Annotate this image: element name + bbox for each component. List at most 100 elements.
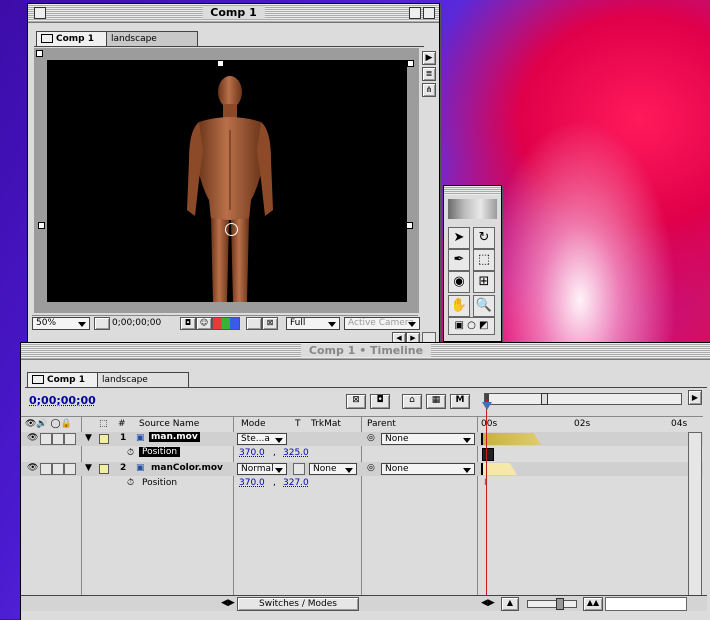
motion-blur-button[interactable]: M — [450, 394, 470, 409]
layer-row-1[interactable]: 👁 ▼ 1 ▣ man.mov Ste...a ◎ None — [21, 432, 703, 446]
zoom-in-button[interactable]: ▲▲ — [583, 597, 603, 611]
zoom-out-button[interactable]: ▲ — [501, 597, 519, 611]
transparency-grid-button[interactable]: ⊠ — [262, 317, 278, 330]
audio-switch[interactable] — [40, 463, 52, 475]
mode-dropdown[interactable]: Ste...a — [237, 433, 287, 445]
preserve-transparency-switch[interactable] — [293, 463, 305, 475]
property-row-2[interactable]: ⏱ Position 370.0 , 327.0 I — [21, 477, 703, 491]
layer-handle-ml[interactable] — [38, 222, 45, 229]
resolution-dropdown[interactable]: Full — [286, 317, 340, 330]
tab-timeline-comp1[interactable]: Comp 1 — [27, 372, 103, 387]
frame-blending-button[interactable]: ▦ — [426, 394, 446, 409]
zoom-box[interactable] — [409, 7, 421, 19]
parent-dropdown[interactable]: None — [381, 433, 475, 445]
layer-duration-bar[interactable] — [481, 433, 541, 445]
comp-canvas[interactable] — [47, 60, 407, 302]
property-name[interactable]: Position — [142, 478, 177, 488]
navigator-end-handle[interactable] — [541, 393, 548, 405]
tab-landscape[interactable]: landscape — [106, 31, 198, 46]
layer-handle-tr[interactable] — [407, 60, 414, 67]
panel-menu-icon[interactable]: ≣ — [422, 67, 436, 81]
layer-handle-tm[interactable] — [217, 60, 224, 67]
flowchart-arrow-button[interactable]: ▶ — [422, 51, 436, 65]
flowchart-icon[interactable]: ⋔ — [422, 83, 436, 97]
tab-timeline-landscape[interactable]: landscape — [97, 372, 189, 387]
track-xy-tool-icon[interactable]: ⊞ — [473, 271, 495, 293]
property-row-1[interactable]: ⏱ Position 370.0 , 325.0 — [21, 447, 703, 461]
selection-tool-icon[interactable]: ➤ — [448, 227, 470, 249]
adobe-logo-banner — [448, 199, 497, 219]
comp-icon — [32, 375, 44, 384]
lock-switch[interactable] — [64, 463, 76, 475]
timeline-scroll-right-arrow[interactable]: ▶ — [688, 390, 702, 405]
timeline-titlebar[interactable]: Comp 1 • Timeline — [21, 343, 710, 360]
time-navigator[interactable] — [484, 393, 682, 405]
visibility-eye-icon[interactable]: 👁 — [27, 433, 38, 443]
comp-viewer[interactable] — [34, 48, 419, 313]
position-y-value[interactable]: 325.0 — [283, 448, 309, 458]
visibility-eye-icon[interactable]: 👁 — [27, 463, 38, 473]
hand-tool-icon[interactable]: ✋ — [448, 295, 470, 317]
shape-tools-icon[interactable]: ▣ ○ ◩ — [448, 317, 495, 335]
snapshot-button[interactable]: ◘ — [180, 317, 196, 330]
tab-comp1[interactable]: Comp 1 — [36, 31, 112, 46]
stopwatch-icon[interactable]: ⏱ — [127, 478, 134, 488]
timeline-horizontal-scrollbar[interactable] — [605, 597, 687, 611]
camera-dropdown[interactable]: Active Camera — [344, 317, 420, 330]
zoom-tool-icon[interactable]: 🔍 — [473, 295, 495, 317]
comp-marker-button[interactable]: ⊠ — [346, 394, 366, 409]
parent-pickwhip-icon[interactable]: ◎ — [367, 433, 375, 443]
position-y-value[interactable]: 327.0 — [283, 478, 309, 488]
label-color-swatch[interactable] — [99, 434, 109, 444]
safe-zones-button[interactable] — [94, 317, 110, 330]
comp-timecode[interactable]: 0;00;00;00 — [112, 318, 174, 328]
switches-modes-button[interactable]: Switches / Modes — [237, 597, 359, 611]
lock-switch[interactable] — [64, 433, 76, 445]
position-x-value[interactable]: 370.0 — [239, 478, 265, 488]
current-time-head[interactable] — [482, 402, 492, 410]
anchor-point-marker[interactable] — [225, 223, 238, 236]
rotation-tool-icon[interactable]: ↻ — [473, 227, 495, 249]
audio-switch[interactable] — [40, 433, 52, 445]
timeline-timecode[interactable]: 0;00;00;00 — [29, 394, 96, 407]
region-of-interest-button[interactable] — [246, 317, 262, 330]
layer-handle-mr[interactable] — [406, 222, 413, 229]
comp-titlebar[interactable]: Comp 1 — [28, 4, 439, 23]
zoom-dropdown[interactable]: 50% — [32, 317, 90, 330]
close-box[interactable] — [34, 7, 46, 19]
mask-tool-icon[interactable]: ⬚ — [473, 249, 495, 271]
solo-switch[interactable] — [52, 463, 64, 475]
stopwatch-icon[interactable]: ⏱ — [127, 448, 134, 458]
timeline-zoom-slider[interactable] — [527, 600, 577, 608]
expand-collapse-arrows-icon[interactable]: ◀▶ — [221, 598, 235, 608]
channel-button[interactable] — [212, 317, 240, 330]
property-name[interactable]: Position — [139, 447, 180, 457]
shy-button[interactable]: ⌂ — [402, 394, 422, 409]
tools-palette-titlebar[interactable] — [444, 186, 501, 195]
mode-dropdown[interactable]: Normal — [237, 463, 287, 475]
layer-name[interactable]: manColor.mov — [151, 463, 223, 473]
layer-name[interactable]: man.mov — [149, 432, 200, 442]
solo-switch[interactable] — [52, 433, 64, 445]
source-name-header[interactable]: Source Name — [139, 419, 199, 429]
current-time-indicator[interactable] — [486, 399, 487, 596]
collapse-box[interactable] — [423, 7, 435, 19]
pen-tool-icon[interactable]: ✒ — [448, 249, 470, 271]
timeline-zoom-arrows-icon[interactable]: ◀▶ — [481, 598, 495, 608]
layer-row-2[interactable]: 👁 ▼ 2 ▣ manColor.mov Normal None ◎ None — [21, 462, 703, 476]
vertical-scrollbar[interactable] — [688, 432, 702, 597]
position-x-value[interactable]: 370.0 — [239, 448, 265, 458]
draft-3d-button[interactable]: ◘ — [370, 394, 390, 409]
keyframe-marker[interactable] — [482, 448, 494, 461]
figure-image — [177, 70, 281, 302]
label-color-swatch[interactable] — [99, 464, 109, 474]
parent-dropdown[interactable]: None — [381, 463, 475, 475]
expand-triangle-icon[interactable]: ▼ — [85, 433, 92, 443]
zoom-slider-thumb[interactable] — [556, 598, 564, 610]
parent-pickwhip-icon[interactable]: ◎ — [367, 463, 375, 473]
orbit-camera-tool-icon[interactable]: ◉ — [448, 271, 470, 293]
trkmat-dropdown[interactable]: None — [309, 463, 357, 475]
expand-triangle-icon[interactable]: ▼ — [85, 463, 92, 473]
layer-handle-tl[interactable] — [36, 50, 43, 57]
show-snapshot-button[interactable]: ☺ — [196, 317, 212, 330]
